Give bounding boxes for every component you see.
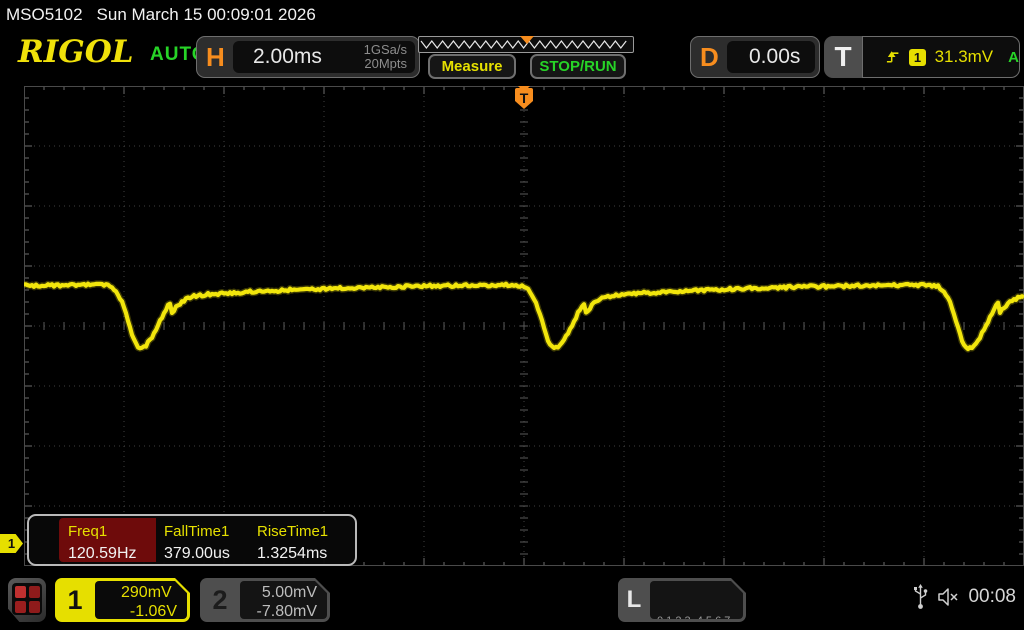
horizontal-timebase-control[interactable]: H 2.00ms 1GSa/s 20Mpts (196, 36, 420, 78)
horizontal-label: H (206, 42, 225, 73)
measurement-name: FallTime1 (164, 523, 229, 540)
channel1-values: 290mV -1.06V (95, 581, 187, 619)
memory-depth: 20Mpts (364, 57, 407, 71)
rigol-logo: RIGOL (18, 34, 134, 70)
channel2-tab[interactable]: 2 5.00mV -7.80mV (200, 578, 330, 622)
measurement-item-risetime1[interactable]: RiseTime1 1.3254ms (257, 516, 353, 564)
trigger-sweep-mode: A (1008, 49, 1019, 66)
sample-rate-info: 1GSa/s 20Mpts (364, 43, 407, 71)
runtime-clock: 00:08 (968, 586, 1016, 608)
usb-icon (913, 584, 928, 610)
waveform-display-area: T (24, 86, 1024, 566)
sample-rate: 1GSa/s (364, 43, 407, 57)
status-icons: 00:08 (913, 584, 1020, 610)
channel1-tab[interactable]: 1 290mV -1.06V (55, 578, 190, 622)
bottom-channel-bar: 1 290mV -1.06V 2 5.00mV -7.80mV L 0 1 2 … (0, 570, 1024, 630)
measurement-value: 379.00us (164, 545, 230, 563)
channel1-number: 1 (55, 578, 95, 622)
measurement-value: 120.59Hz (68, 545, 137, 563)
channel1-position-marker[interactable]: 1 (0, 534, 23, 553)
channel1-offset: -1.06V (101, 602, 177, 621)
measurement-name: Freq1 (68, 523, 107, 540)
overview-position-marker[interactable] (520, 36, 534, 44)
horizontal-inner: 2.00ms 1GSa/s 20Mpts (233, 41, 415, 73)
measurement-name: RiseTime1 (257, 523, 328, 540)
delay-inner: 0.00s (727, 41, 815, 73)
measurement-value: 1.3254ms (257, 545, 327, 563)
apps-grid-button[interactable] (8, 578, 46, 622)
svg-text:T: T (520, 90, 529, 106)
delay-control[interactable]: D 0.00s (690, 36, 820, 78)
measurement-item-freq1[interactable]: Freq1 120.59Hz (68, 516, 160, 564)
trigger-label: T (824, 36, 862, 78)
datetime: Sun March 15 00:09:01 2026 (97, 5, 316, 24)
digital-channel-list: 0 1 2 3 4 5 6 7 8 9 1011 12131415 (650, 581, 743, 619)
channel2-values: 5.00mV -7.80mV (240, 581, 327, 619)
delay-label: D (700, 42, 719, 73)
waveform-overview-bar[interactable] (418, 36, 634, 53)
trigger-edge-icon (885, 49, 900, 65)
logic-analyzer-label: L (618, 578, 650, 622)
channel1-scale: 290mV (121, 583, 172, 602)
speaker-muted-icon[interactable] (936, 587, 960, 607)
trigger-control[interactable]: T 1 31.3mV A (824, 36, 1020, 78)
measurement-results-panel: Freq1 120.59Hz FallTime1 379.00us RiseTi… (27, 514, 357, 566)
model-name: MSO5102 (6, 5, 83, 24)
stop-run-button[interactable]: STOP/RUN (530, 54, 626, 79)
logic-analyzer-tab[interactable]: L 0 1 2 3 4 5 6 7 8 9 1011 12131415 (618, 578, 746, 622)
trigger-source-badge: 1 (909, 49, 925, 66)
delay-value: 0.00s (749, 45, 800, 69)
measure-button[interactable]: Measure (428, 54, 516, 79)
scope-graticule-and-trace: T (24, 86, 1024, 566)
trigger-level-value: 31.3mV (935, 47, 994, 67)
channel2-scale: 5.00mV (262, 583, 317, 602)
header-bar: RIGOL AUTO H 2.00ms 1GSa/s 20Mpts Measur… (0, 30, 1024, 84)
trigger-inner: 1 31.3mV A (862, 36, 1020, 78)
timebase-value: 2.00ms (253, 45, 322, 69)
measurement-item-falltime1[interactable]: FallTime1 379.00us (164, 516, 254, 564)
apps-grid-icon (12, 583, 42, 615)
channel2-number: 2 (200, 578, 240, 622)
channel2-offset: -7.80mV (246, 602, 317, 621)
digital-channels-row1: 0 1 2 3 4 5 6 7 (657, 614, 743, 628)
top-status-bar: MSO5102 Sun March 15 00:09:01 2026 (0, 0, 1024, 30)
